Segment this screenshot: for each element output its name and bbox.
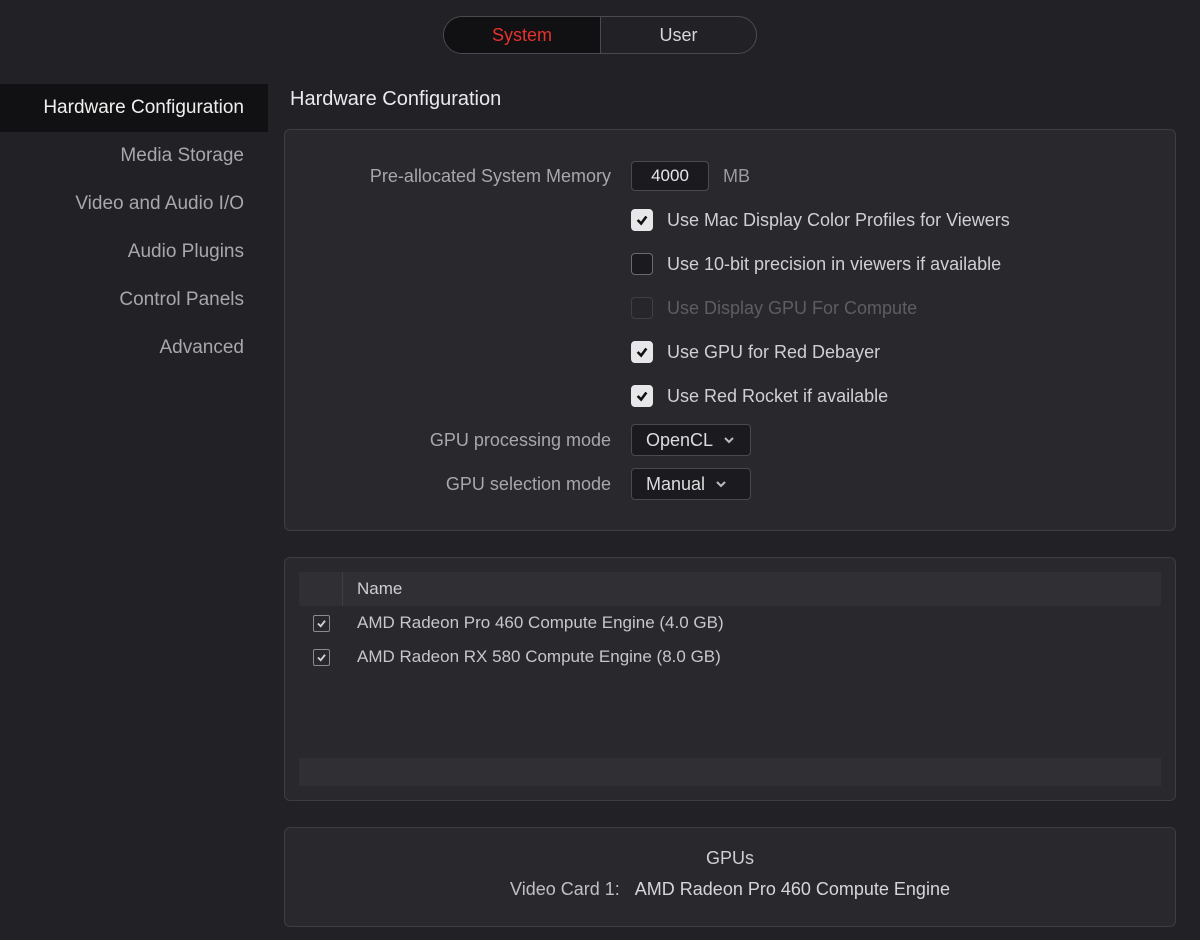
- sidebar-item-control-panels[interactable]: Control Panels: [0, 276, 268, 324]
- row-check-mac-color-profiles: Use Mac Display Color Profiles for Viewe…: [311, 198, 1149, 242]
- tab-system[interactable]: System: [444, 17, 600, 53]
- page-title: Hardware Configuration: [284, 78, 1176, 129]
- sidebar-item-audio-plugins[interactable]: Audio Plugins: [0, 228, 268, 276]
- row-check-red-rocket: Use Red Rocket if available: [311, 374, 1149, 418]
- row-check-gpu-red-debayer: Use GPU for Red Debayer: [311, 330, 1149, 374]
- check-icon: [316, 618, 327, 629]
- check-icon: [635, 345, 649, 359]
- checkbox-10bit-precision[interactable]: [631, 253, 653, 275]
- checkbox-gpu-red-debayer[interactable]: [631, 341, 653, 363]
- gpu-list-panel: Name AMD Radeon Pro 460 Compute Engine (…: [284, 557, 1176, 801]
- gpu-row-name: AMD Radeon RX 580 Compute Engine (8.0 GB…: [343, 647, 721, 667]
- gpu-table-empty-space: [299, 674, 1161, 758]
- hardware-settings-panel: Pre-allocated System Memory MB Use Mac D…: [284, 129, 1176, 531]
- gpu-proc-label: GPU processing mode: [311, 430, 631, 451]
- gpu-row-name: AMD Radeon Pro 460 Compute Engine (4.0 G…: [343, 613, 724, 633]
- select-value: Manual: [646, 474, 705, 495]
- top-tab-bar: System User: [0, 0, 1200, 78]
- check-icon: [635, 389, 649, 403]
- row-preallocated-memory: Pre-allocated System Memory MB: [311, 154, 1149, 198]
- mem-input[interactable]: [631, 161, 709, 191]
- gpu-table-footer-bar: [299, 758, 1161, 786]
- sidebar-item-label: Control Panels: [119, 289, 244, 311]
- sidebar-item-label: Hardware Configuration: [43, 97, 244, 119]
- gpu-info-card-value: AMD Radeon Pro 460 Compute Engine: [635, 879, 950, 899]
- settings-sidebar: Hardware Configuration Media Storage Vid…: [0, 78, 268, 927]
- checkbox-mac-color-profiles[interactable]: [631, 209, 653, 231]
- gpu-row-checkbox[interactable]: [313, 649, 330, 666]
- sidebar-item-label: Advanced: [159, 337, 244, 359]
- checkbox-label: Use Red Rocket if available: [667, 386, 888, 407]
- gpu-info-card-label: Video Card 1:: [510, 879, 620, 899]
- checkbox-red-rocket[interactable]: [631, 385, 653, 407]
- checkbox-label: Use Mac Display Color Profiles for Viewe…: [667, 210, 1010, 231]
- checkbox-label: Use 10-bit precision in viewers if avail…: [667, 254, 1001, 275]
- check-icon: [316, 652, 327, 663]
- gpu-info-title: GPUs: [311, 848, 1149, 869]
- sidebar-item-video-audio-io[interactable]: Video and Audio I/O: [0, 180, 268, 228]
- sidebar-item-hardware-configuration[interactable]: Hardware Configuration: [0, 84, 268, 132]
- mem-label: Pre-allocated System Memory: [311, 166, 631, 187]
- mem-unit: MB: [723, 166, 750, 187]
- row-gpu-processing-mode: GPU processing mode OpenCL: [311, 418, 1149, 462]
- gpu-table-row[interactable]: AMD Radeon Pro 460 Compute Engine (4.0 G…: [299, 606, 1161, 640]
- gpu-table-header: Name: [299, 572, 1161, 606]
- gpu-processing-mode-select[interactable]: OpenCL: [631, 424, 751, 456]
- gpu-info-panel: GPUs Video Card 1: AMD Radeon Pro 460 Co…: [284, 827, 1176, 927]
- checkbox-display-gpu-compute: [631, 297, 653, 319]
- select-value: OpenCL: [646, 430, 713, 451]
- gpu-selection-mode-select[interactable]: Manual: [631, 468, 751, 500]
- row-gpu-selection-mode: GPU selection mode Manual: [311, 462, 1149, 506]
- gpu-table-header-name: Name: [343, 579, 402, 599]
- chevron-down-icon: [723, 434, 735, 446]
- gpu-sel-label: GPU selection mode: [311, 474, 631, 495]
- row-check-display-gpu-compute: Use Display GPU For Compute: [311, 286, 1149, 330]
- tab-user[interactable]: User: [600, 17, 756, 53]
- chevron-down-icon: [715, 478, 727, 490]
- sidebar-item-label: Video and Audio I/O: [75, 193, 244, 215]
- check-icon: [635, 213, 649, 227]
- sidebar-item-label: Audio Plugins: [128, 241, 244, 263]
- row-check-10bit-precision: Use 10-bit precision in viewers if avail…: [311, 242, 1149, 286]
- checkbox-label: Use GPU for Red Debayer: [667, 342, 880, 363]
- checkbox-label: Use Display GPU For Compute: [667, 298, 917, 319]
- sidebar-item-label: Media Storage: [120, 145, 244, 167]
- gpu-table: Name AMD Radeon Pro 460 Compute Engine (…: [299, 572, 1161, 786]
- sidebar-item-advanced[interactable]: Advanced: [0, 324, 268, 372]
- gpu-table-row[interactable]: AMD Radeon RX 580 Compute Engine (8.0 GB…: [299, 640, 1161, 674]
- main-content: Hardware Configuration Pre-allocated Sys…: [268, 78, 1200, 927]
- sidebar-item-media-storage[interactable]: Media Storage: [0, 132, 268, 180]
- system-user-segmented: System User: [443, 16, 757, 54]
- gpu-info-line: Video Card 1: AMD Radeon Pro 460 Compute…: [311, 879, 1149, 900]
- gpu-row-checkbox[interactable]: [313, 615, 330, 632]
